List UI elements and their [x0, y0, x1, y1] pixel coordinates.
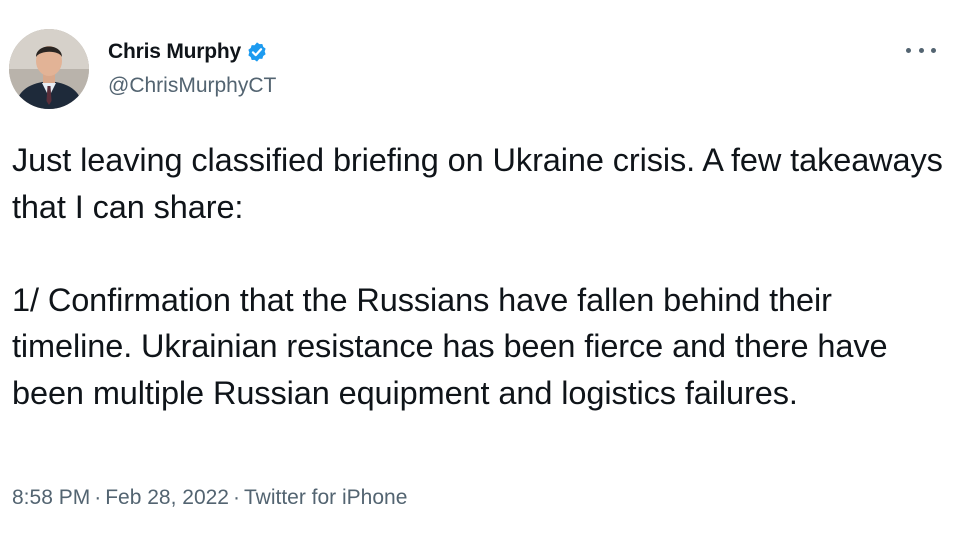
author-handle[interactable]: @ChrisMurphyCT	[108, 72, 276, 100]
profile-photo	[9, 29, 89, 109]
tweet-date[interactable]: Feb 28, 2022	[105, 486, 229, 509]
more-dot	[918, 47, 924, 53]
tweet-card: Chris Murphy @ChrisMurphyCT Just leaving…	[0, 0, 962, 542]
author-display-name[interactable]: Chris Murphy	[108, 38, 241, 66]
meta-separator: ·	[232, 486, 240, 509]
tweet-text: Just leaving classified briefing on Ukra…	[12, 137, 952, 416]
meta-separator: ·	[94, 486, 102, 509]
more-options-icon[interactable]	[906, 40, 936, 60]
tweet-time[interactable]: 8:58 PM	[12, 486, 90, 509]
tweet-source[interactable]: Twitter for iPhone	[244, 486, 407, 509]
verified-badge-icon	[246, 41, 268, 63]
tweet-paragraph: 1/ Confirmation that the Russians have f…	[12, 281, 888, 411]
avatar[interactable]	[9, 29, 89, 109]
more-dot	[906, 47, 911, 53]
more-dot	[931, 47, 936, 53]
author-name-row[interactable]: Chris Murphy	[108, 38, 268, 66]
tweet-paragraph: Just leaving classified briefing on Ukra…	[12, 142, 943, 225]
tweet-metadata: 8:58 PM · Feb 28, 2022 · Twitter for iPhone	[12, 484, 407, 512]
